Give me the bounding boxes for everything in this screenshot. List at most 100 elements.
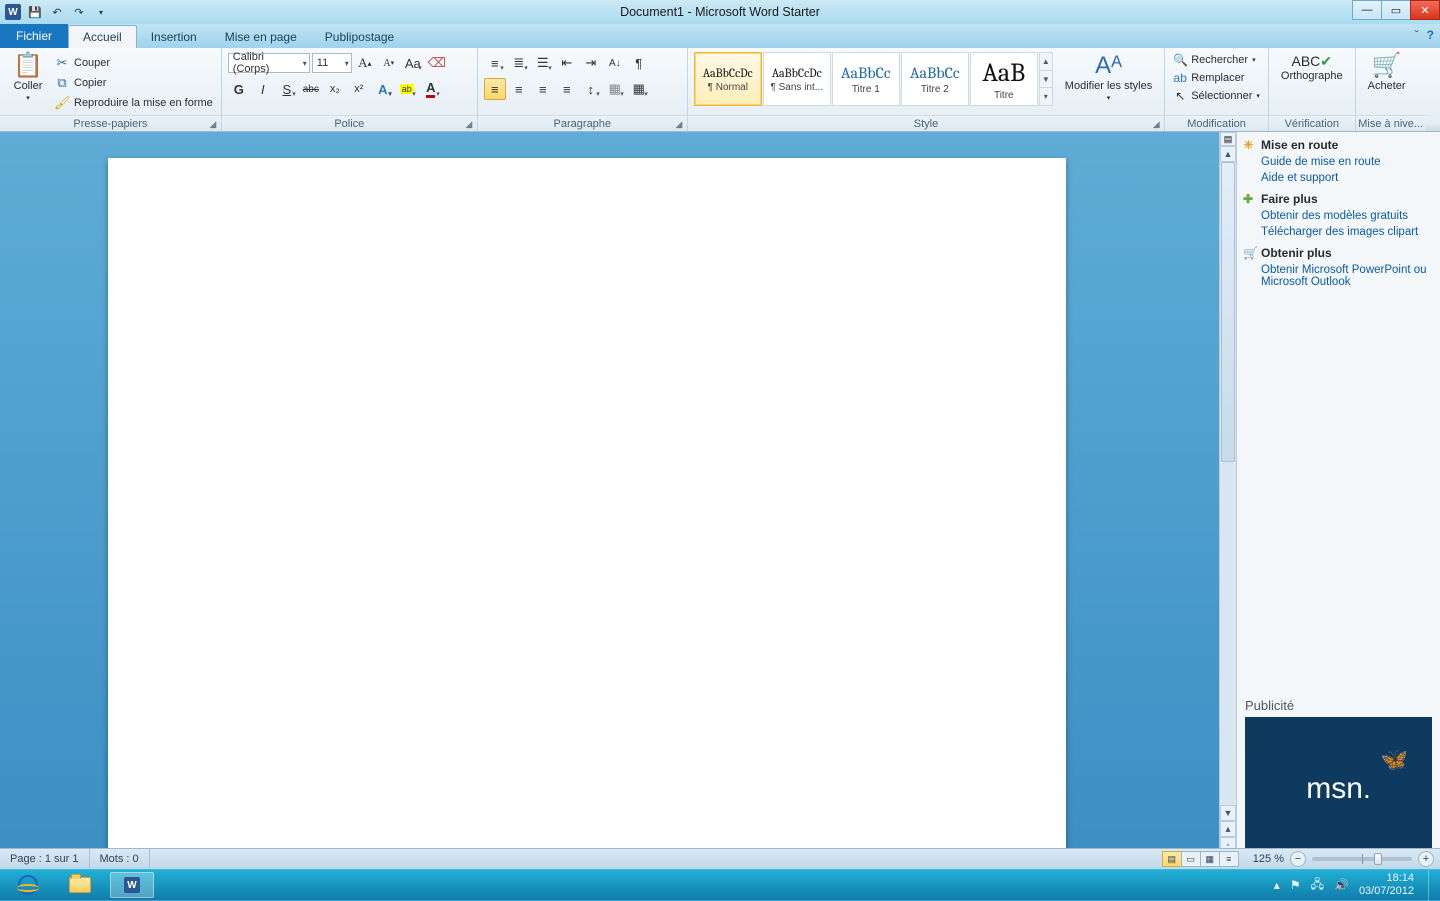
- decrease-indent-button[interactable]: ⇤: [556, 52, 578, 74]
- ruler-toggle-button[interactable]: ▤: [1220, 132, 1236, 146]
- help-button[interactable]: ?: [1427, 28, 1434, 42]
- prev-page-button[interactable]: ▴: [1220, 821, 1236, 837]
- align-center-button[interactable]: ≡: [508, 78, 530, 100]
- view-print-layout[interactable]: ▤: [1162, 851, 1182, 867]
- scroll-down-button[interactable]: ▼: [1220, 805, 1236, 821]
- scroll-up-button[interactable]: ▲: [1220, 146, 1236, 162]
- superscript-button[interactable]: x²: [348, 78, 370, 100]
- tab-file[interactable]: Fichier: [0, 24, 68, 48]
- align-right-button[interactable]: ≡: [532, 78, 554, 100]
- italic-button[interactable]: I: [252, 78, 274, 100]
- style-item-1[interactable]: AaBbCcDc¶ Sans int...: [763, 52, 831, 106]
- tab-home[interactable]: Accueil: [68, 25, 137, 48]
- shrink-font-button[interactable]: A▾: [378, 52, 400, 74]
- word-app-icon[interactable]: W: [4, 3, 22, 21]
- scrollbar-track[interactable]: [1220, 162, 1236, 805]
- sp-link-guide[interactable]: Guide de mise en route: [1237, 154, 1440, 170]
- line-spacing-button[interactable]: ↕▾: [580, 78, 602, 100]
- subscript-button[interactable]: x₂: [324, 78, 346, 100]
- sp-link-clipart[interactable]: Télécharger des images clipart: [1237, 224, 1440, 240]
- style-item-4[interactable]: AaBTitre: [970, 52, 1038, 106]
- format-painter-button[interactable]: 🖌Reproduire la mise en forme: [52, 94, 215, 112]
- spelling-button[interactable]: ABC✔ Orthographe: [1275, 52, 1349, 84]
- font-size-combo[interactable]: 11▾: [312, 53, 352, 73]
- redo-button[interactable]: ↷: [70, 3, 88, 21]
- multilevel-list-button[interactable]: ☰▾: [532, 52, 554, 74]
- document-area[interactable]: [0, 132, 1219, 869]
- style-item-0[interactable]: AaBbCcDc¶ Normal: [694, 52, 762, 106]
- zoom-knob[interactable]: [1374, 853, 1382, 865]
- increase-indent-button[interactable]: ⇥: [580, 52, 602, 74]
- status-words[interactable]: Mots : 0: [90, 849, 150, 869]
- zoom-out-button[interactable]: −: [1290, 851, 1306, 867]
- view-outline[interactable]: ≡: [1219, 851, 1239, 867]
- styles-dialog-launcher[interactable]: ◢: [1150, 118, 1162, 130]
- show-desktop-button[interactable]: [1428, 870, 1434, 901]
- strikethrough-button[interactable]: abc: [300, 78, 322, 100]
- clear-formatting-button[interactable]: ⌫: [426, 52, 448, 74]
- taskbar-word[interactable]: W: [110, 872, 154, 898]
- tray-network-icon[interactable]: 🖧: [1311, 875, 1324, 896]
- font-dialog-launcher[interactable]: ◢: [463, 118, 475, 130]
- numbering-button[interactable]: ≣▾: [508, 52, 530, 74]
- minimize-ribbon-button[interactable]: ˇ: [1415, 28, 1419, 42]
- save-button[interactable]: 💾: [26, 3, 44, 21]
- maximize-button[interactable]: ▭: [1381, 0, 1411, 20]
- tray-show-hidden[interactable]: ▴: [1274, 878, 1280, 892]
- replace-button[interactable]: abRemplacer: [1171, 70, 1246, 86]
- view-full-screen[interactable]: ▭: [1181, 851, 1201, 867]
- style-scroll-down[interactable]: ▼: [1040, 71, 1052, 89]
- justify-button[interactable]: ≡: [556, 78, 578, 100]
- text-effects-button[interactable]: A▾: [372, 78, 394, 100]
- view-web-layout[interactable]: ▦: [1200, 851, 1220, 867]
- sort-button[interactable]: A↓: [604, 52, 626, 74]
- qat-customize-button[interactable]: ▾: [92, 3, 110, 21]
- bold-button[interactable]: G: [228, 78, 250, 100]
- find-button[interactable]: 🔍Rechercher ▾: [1171, 52, 1257, 68]
- sp-link-help[interactable]: Aide et support: [1237, 170, 1440, 186]
- select-button[interactable]: ↖Sélectionner ▾: [1171, 88, 1262, 104]
- font-color-button[interactable]: A▾: [420, 78, 442, 100]
- close-button[interactable]: ✕: [1410, 0, 1440, 20]
- tab-insert[interactable]: Insertion: [137, 26, 211, 48]
- cut-button[interactable]: ✂Couper: [52, 54, 215, 72]
- underline-button[interactable]: S▾: [276, 78, 298, 100]
- style-item-2[interactable]: AaBbCcTitre 1: [832, 52, 900, 106]
- sp-link-templates[interactable]: Obtenir des modèles gratuits: [1237, 208, 1440, 224]
- align-left-button[interactable]: ≡: [484, 78, 506, 100]
- clipboard-dialog-launcher[interactable]: ◢: [207, 118, 219, 130]
- shading-button[interactable]: ▦▾: [604, 78, 626, 100]
- minimize-button[interactable]: ―: [1352, 0, 1382, 20]
- status-page[interactable]: Page : 1 sur 1: [0, 849, 90, 869]
- copy-button[interactable]: ⧉Copier: [52, 74, 215, 92]
- zoom-level[interactable]: 125 %: [1247, 853, 1290, 865]
- document-page[interactable]: [108, 158, 1066, 869]
- tray-volume-icon[interactable]: 🔊: [1334, 878, 1349, 892]
- style-scroll-up[interactable]: ▲: [1040, 53, 1052, 71]
- show-marks-button[interactable]: ¶: [628, 52, 650, 74]
- paragraph-dialog-launcher[interactable]: ◢: [673, 118, 685, 130]
- borders-button[interactable]: ▦▾: [628, 78, 650, 100]
- tray-flag-icon[interactable]: ⚑: [1290, 878, 1301, 892]
- highlight-button[interactable]: ab▾: [396, 78, 418, 100]
- grow-font-button[interactable]: A▴: [354, 52, 376, 74]
- undo-button[interactable]: ↶: [48, 3, 66, 21]
- taskbar-ie[interactable]: [6, 872, 50, 898]
- buy-button[interactable]: 🛒 Acheter: [1362, 52, 1412, 94]
- sp-link-buy-office[interactable]: Obtenir Microsoft PowerPoint ou Microsof…: [1237, 262, 1440, 290]
- change-case-button[interactable]: Aa▾: [402, 52, 424, 74]
- style-gallery-expand[interactable]: ▾: [1040, 88, 1052, 105]
- tab-page-layout[interactable]: Mise en page: [211, 26, 311, 48]
- zoom-slider[interactable]: [1312, 857, 1412, 861]
- zoom-in-button[interactable]: +: [1418, 851, 1434, 867]
- ad-banner[interactable]: msn. 🦋: [1245, 717, 1432, 861]
- taskbar-clock[interactable]: 18:14 03/07/2012: [1359, 872, 1414, 897]
- scrollbar-thumb[interactable]: [1221, 162, 1235, 462]
- taskbar-explorer[interactable]: [58, 872, 102, 898]
- change-styles-button[interactable]: Aᴬ Modifier les styles ▾: [1059, 52, 1158, 104]
- bullets-button[interactable]: ≡▾: [484, 52, 506, 74]
- font-family-combo[interactable]: Calibri (Corps)▾: [228, 53, 310, 73]
- paste-button[interactable]: 📋 Coller ▾: [6, 52, 50, 104]
- tab-mailings[interactable]: Publipostage: [311, 26, 408, 48]
- style-item-3[interactable]: AaBbCcTitre 2: [901, 52, 969, 106]
